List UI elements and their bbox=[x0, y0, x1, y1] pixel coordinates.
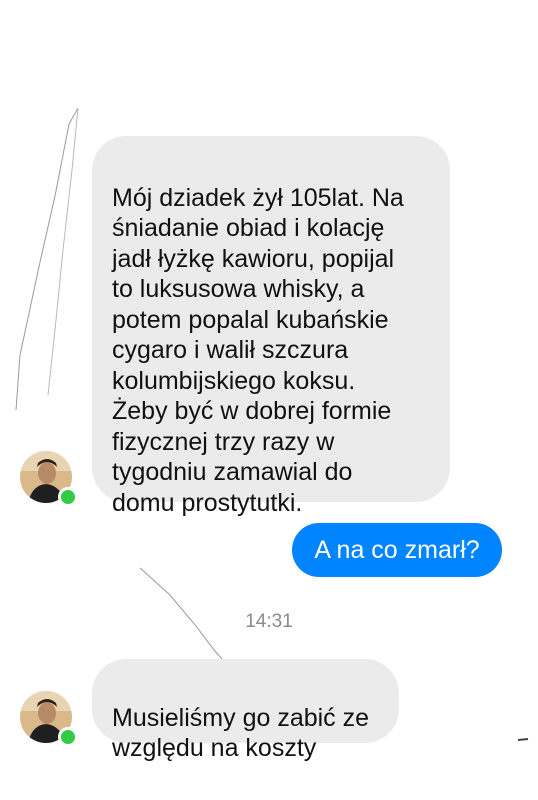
incoming-message-bubble[interactable]: Musieliśmy go zabić ze względu na koszty bbox=[92, 659, 399, 762]
avatar[interactable] bbox=[20, 451, 78, 507]
online-status-icon bbox=[58, 727, 78, 747]
outgoing-message-bubble[interactable]: A na co zmarł? bbox=[292, 523, 502, 577]
message-text: Mój dziadek żył 105lat. Na śniadanie obi… bbox=[112, 183, 404, 517]
message-timestamp: 14:31 bbox=[245, 611, 293, 632]
avatar[interactable] bbox=[20, 691, 78, 747]
message-text: Musieliśmy go zabić ze względu na koszty bbox=[112, 703, 370, 763]
online-status-icon bbox=[58, 487, 78, 507]
incoming-message-bubble[interactable]: Mój dziadek żył 105lat. Na śniadanie obi… bbox=[92, 136, 450, 517]
message-text: A na co zmarł? bbox=[314, 536, 480, 564]
chat-thread: Mój dziadek żył 105lat. Na śniadanie obi… bbox=[0, 0, 538, 800]
